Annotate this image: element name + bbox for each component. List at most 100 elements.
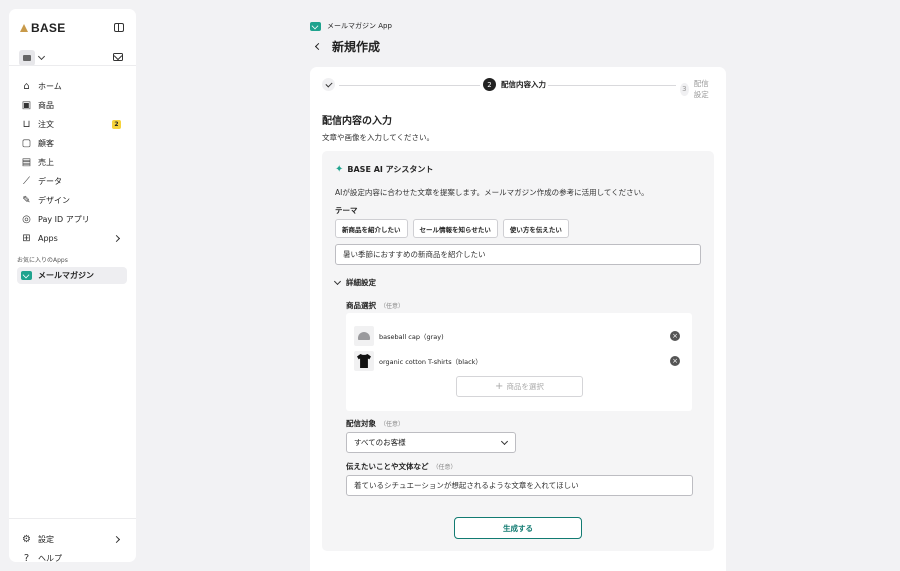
sidebar-item-label: ホーム bbox=[38, 82, 62, 91]
chevron-right-icon bbox=[112, 234, 121, 243]
sales-icon: ▤ bbox=[21, 156, 32, 168]
theme-chip-how-to-use[interactable]: 使い方を伝えたい bbox=[502, 219, 569, 238]
sidebar-item-label: デザイン bbox=[38, 196, 70, 205]
sidebar-item-home[interactable]: ⌂ ホーム bbox=[17, 77, 127, 96]
theme-label: テーマ bbox=[335, 206, 358, 215]
help-icon: ? bbox=[23, 552, 30, 564]
product-select-label: 商品選択 （任意） bbox=[346, 300, 404, 311]
remove-product-button[interactable]: × bbox=[670, 331, 680, 341]
product-row: baseball cap（gray) × bbox=[354, 326, 684, 346]
payid-icon: ◎ bbox=[22, 213, 31, 225]
plus-icon: + bbox=[495, 381, 504, 392]
sidebar-item-label: 設定 bbox=[38, 535, 54, 544]
target-select[interactable]: すべてのお客様 bbox=[346, 432, 516, 453]
step-connector bbox=[548, 85, 676, 86]
step-2: 2 配信内容入力 bbox=[483, 78, 546, 91]
chevron-right-icon bbox=[112, 535, 121, 544]
sidebar-item-label: ヘルプ bbox=[38, 554, 62, 563]
sidebar-item-label: メールマガジン bbox=[38, 271, 94, 280]
stepper: 2 配信内容入力 3 配信設定 bbox=[322, 78, 714, 99]
mail-icon[interactable] bbox=[113, 53, 123, 61]
ai-assistant-header: ✦ BASE AI アシスタント bbox=[335, 164, 433, 175]
detail-settings-toggle[interactable]: 詳細設定 bbox=[333, 277, 376, 288]
sidebar-item-label: 注文 bbox=[38, 120, 54, 129]
content-card: 2 配信内容入力 3 配信設定 配信内容の入力 文章や画像を入力してください。 … bbox=[310, 67, 726, 571]
step-connector bbox=[339, 85, 480, 86]
sidebar-item-data[interactable]: ⟋ データ bbox=[17, 172, 127, 191]
divider bbox=[9, 65, 136, 66]
step-number: 3 bbox=[680, 82, 689, 96]
theme-input[interactable]: 暑い季節におすすめの新商品を紹介したい bbox=[335, 244, 701, 265]
step-label: 配信内容入力 bbox=[501, 80, 546, 89]
base-logo[interactable]: BASE bbox=[20, 21, 66, 35]
sidebar-item-products[interactable]: ▣ 商品 bbox=[17, 96, 127, 115]
customer-icon: ▢ bbox=[21, 137, 32, 149]
product-name: organic cotton T-shirts（black） bbox=[379, 358, 482, 366]
page-title-row: 新規作成 bbox=[310, 38, 380, 55]
app-header: メールマガジン App bbox=[310, 21, 392, 31]
chevron-down-icon bbox=[333, 277, 342, 285]
divider bbox=[9, 518, 136, 519]
product-name: baseball cap（gray) bbox=[379, 333, 444, 341]
product-thumbnail bbox=[354, 326, 374, 346]
page-title: 新規作成 bbox=[332, 40, 381, 54]
shop-switcher[interactable] bbox=[19, 50, 46, 66]
selected-products: baseball cap（gray) × organic cotton T-sh… bbox=[346, 313, 692, 411]
apps-icon: ⊞ bbox=[22, 232, 31, 244]
sidebar-item-orders[interactable]: ⊔ 注文 2 bbox=[17, 115, 127, 134]
optional-tag: （任意） bbox=[380, 303, 405, 310]
sidebar-item-help[interactable]: ? ヘルプ bbox=[17, 549, 127, 568]
sidebar-collapse-icon[interactable] bbox=[114, 23, 124, 32]
ai-assistant-description: AIが設定内容に合わせた文章を提案します。メールマガジン作成の参考に活用してくだ… bbox=[335, 188, 649, 197]
tone-input[interactable]: 着ているシチュエーションが想起されるような文章を入れてほしい bbox=[346, 475, 693, 496]
sparkle-icon: ✦ bbox=[335, 164, 344, 175]
app-name: メールマガジン App bbox=[327, 22, 392, 30]
sidebar-item-settings[interactable]: ⚙ 設定 bbox=[17, 530, 127, 549]
remove-product-button[interactable]: × bbox=[670, 356, 680, 366]
shop-icon bbox=[19, 50, 35, 66]
product-row: organic cotton T-shirts（black） × bbox=[354, 351, 684, 371]
back-button[interactable] bbox=[310, 40, 324, 54]
mail-magazine-icon bbox=[21, 271, 32, 280]
logo-text: BASE bbox=[31, 21, 66, 35]
step-label: 配信設定 bbox=[693, 79, 709, 99]
design-icon: ✎ bbox=[22, 194, 31, 206]
home-icon: ⌂ bbox=[23, 80, 30, 92]
sidebar: BASE ⌂ ホーム ▣ 商品 ⊔ 注文 2 ▢ 顧客 ▤ 売上 ⟋ データ ✎… bbox=[9, 9, 136, 563]
theme-chip-sale-info[interactable]: セール情報を知らせたい bbox=[412, 219, 498, 238]
tshirt-image bbox=[357, 354, 371, 368]
sidebar-item-mail-magazine[interactable]: メールマガジン bbox=[17, 267, 127, 284]
sidebar-item-payid[interactable]: ◎ Pay ID アプリ bbox=[17, 210, 127, 229]
chevron-left-icon bbox=[314, 42, 322, 51]
field-label-text: 配信対象 bbox=[346, 419, 376, 428]
mail-magazine-icon bbox=[310, 21, 321, 31]
ai-assistant-title: BASE AI アシスタント bbox=[347, 165, 434, 174]
bottom-nav: ⚙ 設定 ? ヘルプ bbox=[17, 530, 127, 568]
select-product-label: 商品を選択 bbox=[506, 382, 544, 391]
chart-icon: ⟋ bbox=[23, 175, 30, 187]
step-number: 2 bbox=[483, 78, 496, 91]
target-label: 配信対象 （任意） bbox=[346, 418, 404, 429]
target-select-value: すべてのお客様 bbox=[354, 438, 406, 447]
product-thumbnail bbox=[354, 351, 374, 371]
sidebar-item-customers[interactable]: ▢ 顧客 bbox=[17, 134, 127, 153]
sidebar-item-apps[interactable]: ⊞ Apps bbox=[17, 229, 127, 248]
select-product-button[interactable]: + 商品を選択 bbox=[456, 376, 583, 397]
sidebar-item-design[interactable]: ✎ デザイン bbox=[17, 191, 127, 210]
section-title: 配信内容の入力 bbox=[322, 116, 392, 127]
order-count-badge: 2 bbox=[112, 120, 121, 129]
step-3: 3 配信設定 bbox=[680, 78, 714, 100]
chevron-down-icon bbox=[500, 437, 509, 446]
field-label-text: 伝えたいことや文体など bbox=[346, 462, 429, 471]
theme-chip-new-product[interactable]: 新商品を紹介したい bbox=[335, 219, 408, 238]
sidebar-item-sales[interactable]: ▤ 売上 bbox=[17, 153, 127, 172]
step-1-complete bbox=[322, 78, 335, 91]
sidebar-item-label: データ bbox=[38, 177, 62, 186]
ai-assistant-panel: ✦ BASE AI アシスタント AIが設定内容に合わせた文章を提案します。メー… bbox=[322, 151, 714, 551]
product-icon: ▣ bbox=[21, 99, 32, 111]
cart-icon: ⊔ bbox=[22, 118, 31, 130]
detail-settings-label: 詳細設定 bbox=[346, 278, 376, 287]
chevron-down-icon bbox=[37, 52, 46, 61]
favorites-heading: お気に入りのApps bbox=[17, 257, 68, 264]
generate-button[interactable]: 生成する bbox=[454, 517, 582, 539]
